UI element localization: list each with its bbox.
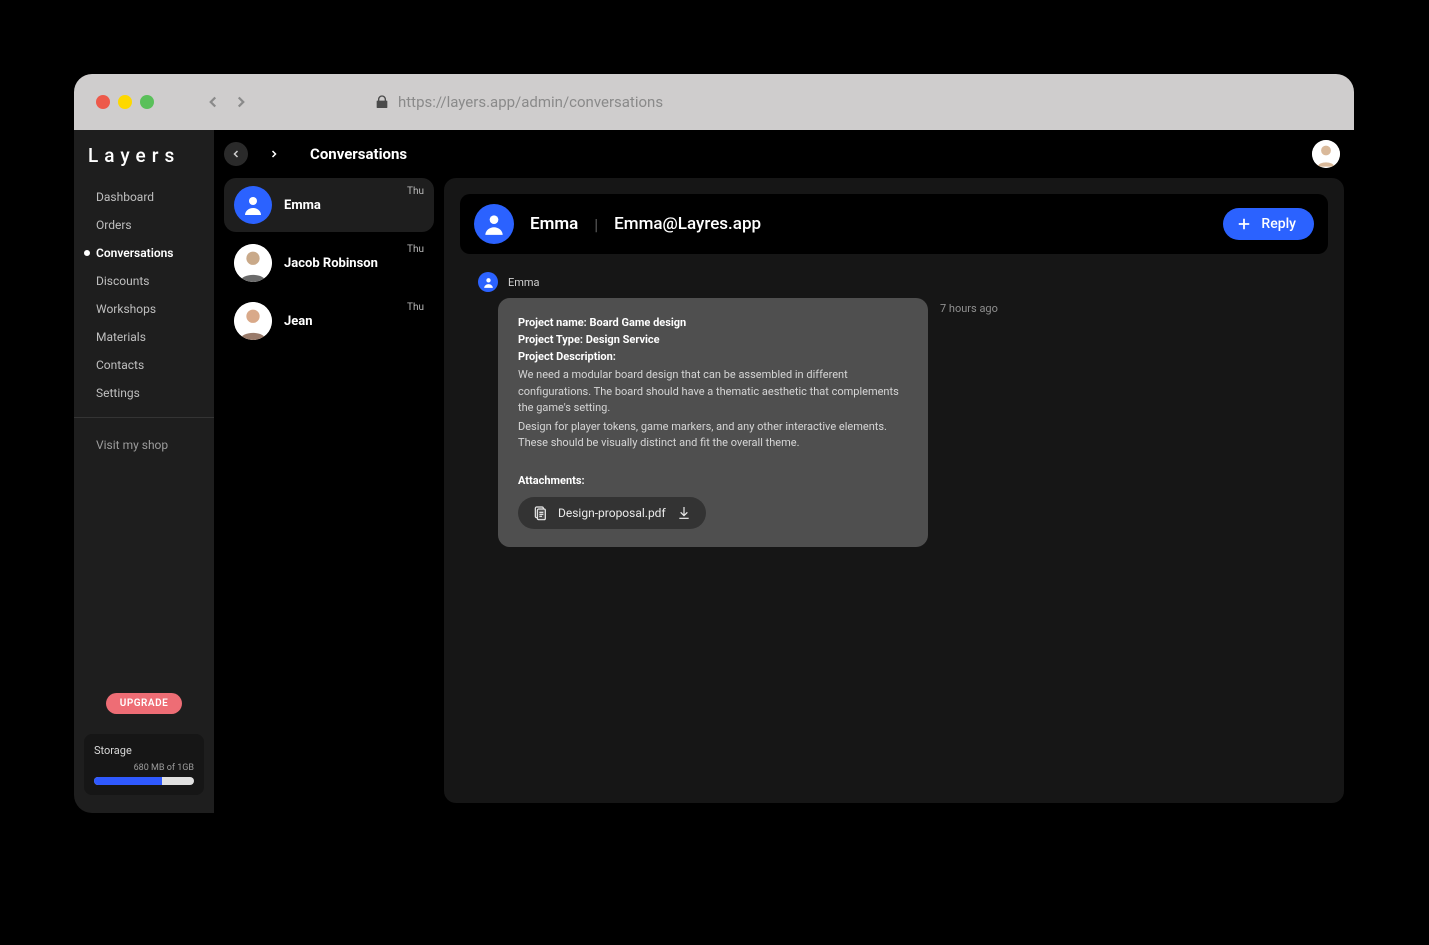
conversation-item-jacob[interactable]: Jacob Robinson Thu — [224, 236, 434, 290]
avatar-icon — [1312, 140, 1340, 168]
separator: | — [594, 215, 598, 234]
attachment-chip[interactable]: Design-proposal.pdf — [518, 497, 706, 529]
contact-email: Emma@Layres.app — [614, 214, 761, 234]
plus-icon — [1235, 215, 1253, 233]
page-header: Conversations — [214, 130, 1354, 178]
download-icon[interactable] — [676, 505, 692, 521]
conversation-item-emma[interactable]: Emma Thu — [224, 178, 434, 232]
attachments-label: Attachments: — [518, 474, 908, 487]
conversation-detail: Emma | Emma@Layres.app Reply — [444, 178, 1344, 803]
url-text: https://layers.app/admin/conversations — [398, 93, 663, 111]
chevron-right-icon — [268, 148, 280, 160]
visit-shop-link[interactable]: Visit my shop — [74, 428, 214, 462]
conversation-time: Thu — [407, 244, 424, 255]
conversation-name: Jacob Robinson — [284, 256, 378, 271]
user-avatar[interactable] — [1312, 140, 1340, 168]
message-area: Emma Project name: Board Game design Pro… — [444, 254, 1344, 565]
contact-name: Emma — [530, 214, 578, 234]
page-back-button[interactable] — [224, 142, 248, 166]
sidebar-nav: Dashboard Orders Conversations Discounts… — [74, 183, 214, 407]
storage-bar — [94, 777, 194, 785]
conversation-time: Thu — [407, 186, 424, 197]
lock-icon — [374, 94, 390, 110]
document-icon — [532, 505, 548, 521]
sidebar-item-dashboard[interactable]: Dashboard — [74, 183, 214, 211]
message-sender: Emma — [478, 272, 1328, 292]
sidebar: Layers Dashboard Orders Conversations Di… — [74, 130, 214, 813]
storage-title: Storage — [94, 744, 194, 757]
storage-fill — [94, 777, 162, 785]
attachment-name: Design-proposal.pdf — [558, 506, 666, 520]
message-card: Project name: Board Game design Project … — [498, 298, 928, 547]
sender-avatar-icon — [478, 272, 498, 292]
conversation-name: Emma — [284, 198, 321, 213]
sidebar-item-contacts[interactable]: Contacts — [74, 351, 214, 379]
sidebar-divider — [74, 417, 214, 418]
upgrade-button[interactable]: UPGRADE — [106, 693, 182, 714]
conversation-name: Jean — [284, 314, 313, 329]
close-window-button[interactable] — [96, 95, 110, 109]
maximize-window-button[interactable] — [140, 95, 154, 109]
reply-button[interactable]: Reply — [1223, 208, 1314, 240]
main-area: Conversations — [214, 130, 1354, 813]
sidebar-item-orders[interactable]: Orders — [74, 211, 214, 239]
page-forward-button[interactable] — [262, 142, 286, 166]
conversation-list: Emma Thu Jacob Robinson Thu — [224, 178, 434, 803]
sidebar-item-settings[interactable]: Settings — [74, 379, 214, 407]
message-description-1: We need a modular board design that can … — [518, 367, 908, 417]
page-title: Conversations — [310, 145, 407, 163]
avatar-icon — [234, 186, 272, 224]
browser-nav — [204, 93, 250, 111]
sender-name: Emma — [508, 276, 540, 289]
reply-label: Reply — [1261, 216, 1296, 232]
avatar-icon — [234, 244, 272, 282]
avatar-icon — [234, 302, 272, 340]
detail-header: Emma | Emma@Layres.app Reply — [460, 194, 1328, 254]
brand-logo: Layers — [74, 130, 214, 177]
storage-subtitle: 680 MB of 1GB — [94, 763, 194, 773]
address-bar[interactable]: https://layers.app/admin/conversations — [374, 93, 663, 111]
message-time: 7 hours ago — [940, 298, 998, 315]
sidebar-item-materials[interactable]: Materials — [74, 323, 214, 351]
browser-titlebar: https://layers.app/admin/conversations — [74, 74, 1354, 130]
message-description-2: Design for player tokens, game markers, … — [518, 419, 908, 452]
sidebar-item-discounts[interactable]: Discounts — [74, 267, 214, 295]
sidebar-item-workshops[interactable]: Workshops — [74, 295, 214, 323]
storage-card: Storage 680 MB of 1GB — [84, 734, 204, 795]
browser-window: https://layers.app/admin/conversations L… — [74, 74, 1354, 813]
browser-back-icon[interactable] — [204, 93, 222, 111]
window-controls — [96, 95, 154, 109]
browser-forward-icon[interactable] — [232, 93, 250, 111]
conversation-time: Thu — [407, 302, 424, 313]
minimize-window-button[interactable] — [118, 95, 132, 109]
contact-avatar — [474, 204, 514, 244]
sidebar-item-conversations[interactable]: Conversations — [74, 239, 214, 267]
conversation-item-jean[interactable]: Jean Thu — [224, 294, 434, 348]
chevron-left-icon — [230, 148, 242, 160]
